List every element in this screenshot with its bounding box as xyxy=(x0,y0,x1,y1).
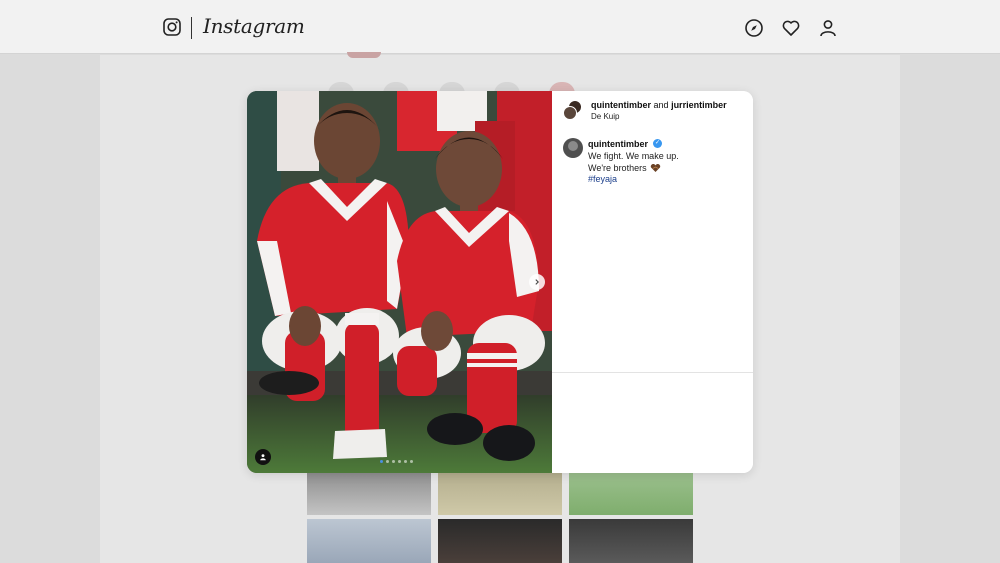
author-link[interactable]: quintentimber xyxy=(591,100,651,110)
carousel-dot xyxy=(398,460,401,463)
grid-post-thumbnail[interactable] xyxy=(569,473,693,515)
background-highlight xyxy=(347,52,381,58)
carousel-dot xyxy=(410,460,413,463)
author-link[interactable]: jurrientimber xyxy=(671,100,727,110)
collab-avatars[interactable] xyxy=(563,100,583,120)
sidebar-divider xyxy=(552,372,753,373)
post-header: quintentimber and jurrientimber De Kuip xyxy=(552,91,753,127)
caption-line-with-emoji: We're brothers xyxy=(588,163,661,173)
post-photo[interactable] xyxy=(247,91,552,473)
brand-divider xyxy=(191,17,192,39)
post-location[interactable]: De Kuip xyxy=(591,112,619,121)
carousel-next-button[interactable] xyxy=(529,274,545,290)
carousel-dot xyxy=(380,460,383,463)
chevron-right-icon xyxy=(533,278,541,286)
grid-post-thumbnail[interactable] xyxy=(438,473,562,515)
handshake-heart-emoji-icon xyxy=(650,163,661,172)
tagged-people-button[interactable] xyxy=(255,449,271,465)
post-authors: quintentimber and jurrientimber xyxy=(591,100,727,111)
carousel-dot xyxy=(392,460,395,463)
caption-line: We fight. We make up. xyxy=(588,151,679,161)
post-sidebar: quintentimber and jurrientimber De Kuip … xyxy=(552,91,753,473)
user-tag-icon xyxy=(259,453,267,461)
caption-avatar[interactable] xyxy=(563,138,583,158)
caption-text: We're brothers xyxy=(588,163,647,173)
grid-post-thumbnail[interactable] xyxy=(307,473,431,515)
top-navbar: Instagram xyxy=(0,0,1000,54)
carousel-dot xyxy=(404,460,407,463)
grid-post-thumbnail[interactable] xyxy=(307,519,431,563)
caption-username[interactable]: quintentimber xyxy=(588,139,648,149)
verified-badge-icon: ✓ xyxy=(653,139,662,148)
hashtag-link[interactable]: #feyaja xyxy=(588,174,617,184)
compass-icon[interactable] xyxy=(744,18,764,38)
carousel-dot xyxy=(386,460,389,463)
instagram-wordmark[interactable]: Instagram xyxy=(203,14,305,38)
post-modal: quintentimber and jurrientimber De Kuip … xyxy=(247,91,753,473)
heart-icon[interactable] xyxy=(781,18,801,38)
profile-icon[interactable] xyxy=(818,18,838,38)
carousel-indicators xyxy=(380,460,413,463)
grid-post-thumbnail[interactable] xyxy=(438,519,562,563)
instagram-logo-icon[interactable] xyxy=(163,18,181,36)
avatar xyxy=(563,106,577,120)
author-joiner: and xyxy=(653,100,669,110)
grid-post-thumbnail[interactable] xyxy=(569,519,693,563)
